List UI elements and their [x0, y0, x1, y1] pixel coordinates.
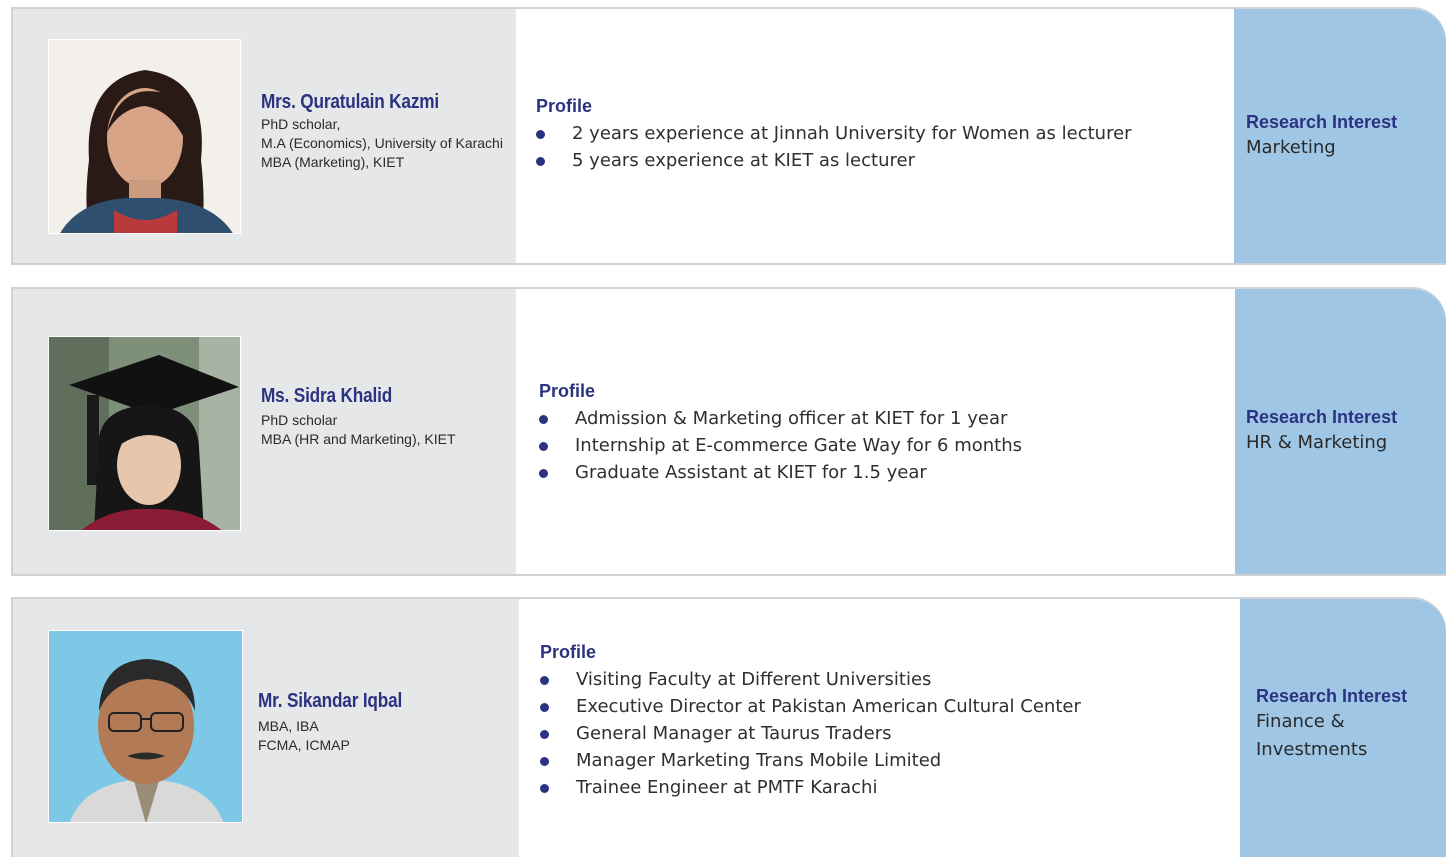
qualification-line: MBA (HR and Marketing), KIET — [261, 431, 456, 447]
bullet-icon — [540, 730, 549, 739]
research-interest-value: HR & Marketing — [1246, 432, 1388, 453]
profile-section: Profile Visiting Faculty at Different Un… — [540, 641, 1081, 801]
profile-item: Graduate Assistant at KIET for 1.5 year — [539, 459, 1022, 486]
profile-title: Profile — [539, 381, 596, 401]
faculty-photo — [48, 336, 241, 531]
faculty-name: Mr. Sikandar Iqbal — [258, 690, 403, 712]
bullet-icon — [539, 415, 548, 424]
profile-item-text: Admission & Marketing officer at KIET fo… — [575, 408, 1008, 429]
qualification-line: PhD scholar, — [261, 116, 341, 132]
research-interest: Research Interest Marketing — [1246, 110, 1397, 162]
faculty-qualifications: MBA, IBA FCMA, ICMAP — [258, 717, 503, 755]
qualification-line: MBA (Marketing), KIET — [261, 154, 405, 170]
qualification-line: PhD scholar — [261, 412, 338, 428]
profile-item-text: Executive Director at Pakistan American … — [576, 696, 1081, 717]
research-interest: Research Interest Finance & Investments — [1256, 684, 1407, 764]
research-interest-title: Research Interest — [1256, 686, 1408, 706]
bullet-icon — [540, 784, 549, 793]
bullet-icon — [536, 130, 545, 139]
bullet-icon — [536, 157, 545, 166]
profile-item: Executive Director at Pakistan American … — [540, 693, 1081, 720]
profile-item-text: Visiting Faculty at Different Universiti… — [576, 669, 932, 690]
research-interest-title: Research Interest — [1246, 407, 1398, 427]
faculty-photo — [48, 630, 243, 823]
bullet-icon — [540, 676, 549, 685]
profile-list: Visiting Faculty at Different Universiti… — [540, 666, 1081, 801]
faculty-name: Mrs. Quratulain Kazmi — [261, 91, 439, 113]
profile-item: Visiting Faculty at Different Universiti… — [540, 666, 1081, 693]
profile-item: Admission & Marketing officer at KIET fo… — [539, 405, 1022, 432]
faculty-name: Ms. Sidra Khalid — [261, 385, 393, 407]
profile-item: 2 years experience at Jinnah University … — [536, 120, 1132, 147]
profile-list: Admission & Marketing officer at KIET fo… — [539, 405, 1022, 486]
bullet-icon — [540, 703, 549, 712]
faculty-card-3: Mr. Sikandar Iqbal MBA, IBA FCMA, ICMAP … — [11, 597, 1446, 857]
profile-list: 2 years experience at Jinnah University … — [536, 120, 1132, 174]
profile-section: Profile Admission & Marketing officer at… — [539, 380, 1022, 486]
bullet-icon — [539, 442, 548, 451]
faculty-photo — [48, 39, 241, 234]
profile-item-text: Graduate Assistant at KIET for 1.5 year — [575, 462, 927, 483]
qualification-line: MBA, IBA — [258, 718, 319, 734]
bullet-icon — [540, 757, 549, 766]
faculty-qualifications: PhD scholar, M.A (Economics), University… — [261, 115, 506, 172]
profile-item: Internship at E-commerce Gate Way for 6 … — [539, 432, 1022, 459]
profile-title: Profile — [540, 642, 597, 662]
profile-item-text: Trainee Engineer at PMTF Karachi — [576, 777, 878, 798]
research-interest: Research Interest HR & Marketing — [1246, 405, 1397, 457]
research-interest-value: Marketing — [1246, 137, 1336, 158]
profile-item: 5 years experience at KIET as lecturer — [536, 147, 1132, 174]
profile-item: Trainee Engineer at PMTF Karachi — [540, 774, 1081, 801]
bullet-icon — [539, 469, 548, 478]
qualification-line: FCMA, ICMAP — [258, 737, 350, 753]
faculty-card-2: Ms. Sidra Khalid PhD scholar MBA (HR and… — [11, 287, 1446, 576]
research-interest-value: Finance & Investments — [1256, 711, 1368, 760]
profile-title: Profile — [536, 96, 593, 116]
faculty-card-1: Mrs. Quratulain Kazmi PhD scholar, M.A (… — [11, 7, 1446, 265]
profile-item-text: 5 years experience at KIET as lecturer — [572, 150, 915, 171]
research-interest-title: Research Interest — [1246, 112, 1398, 132]
profile-item-text: Internship at E-commerce Gate Way for 6 … — [575, 435, 1023, 456]
faculty-qualifications: PhD scholar MBA (HR and Marketing), KIET — [261, 411, 471, 449]
profile-item-text: Manager Marketing Trans Mobile Limited — [576, 750, 942, 771]
profile-item-text: 2 years experience at Jinnah University … — [572, 123, 1132, 144]
profile-item: General Manager at Taurus Traders — [540, 720, 1081, 747]
profile-item: Manager Marketing Trans Mobile Limited — [540, 747, 1081, 774]
qualification-line: M.A (Economics), University of Karachi — [261, 135, 503, 151]
profile-item-text: General Manager at Taurus Traders — [576, 723, 892, 744]
profile-section: Profile 2 years experience at Jinnah Uni… — [536, 95, 1132, 174]
